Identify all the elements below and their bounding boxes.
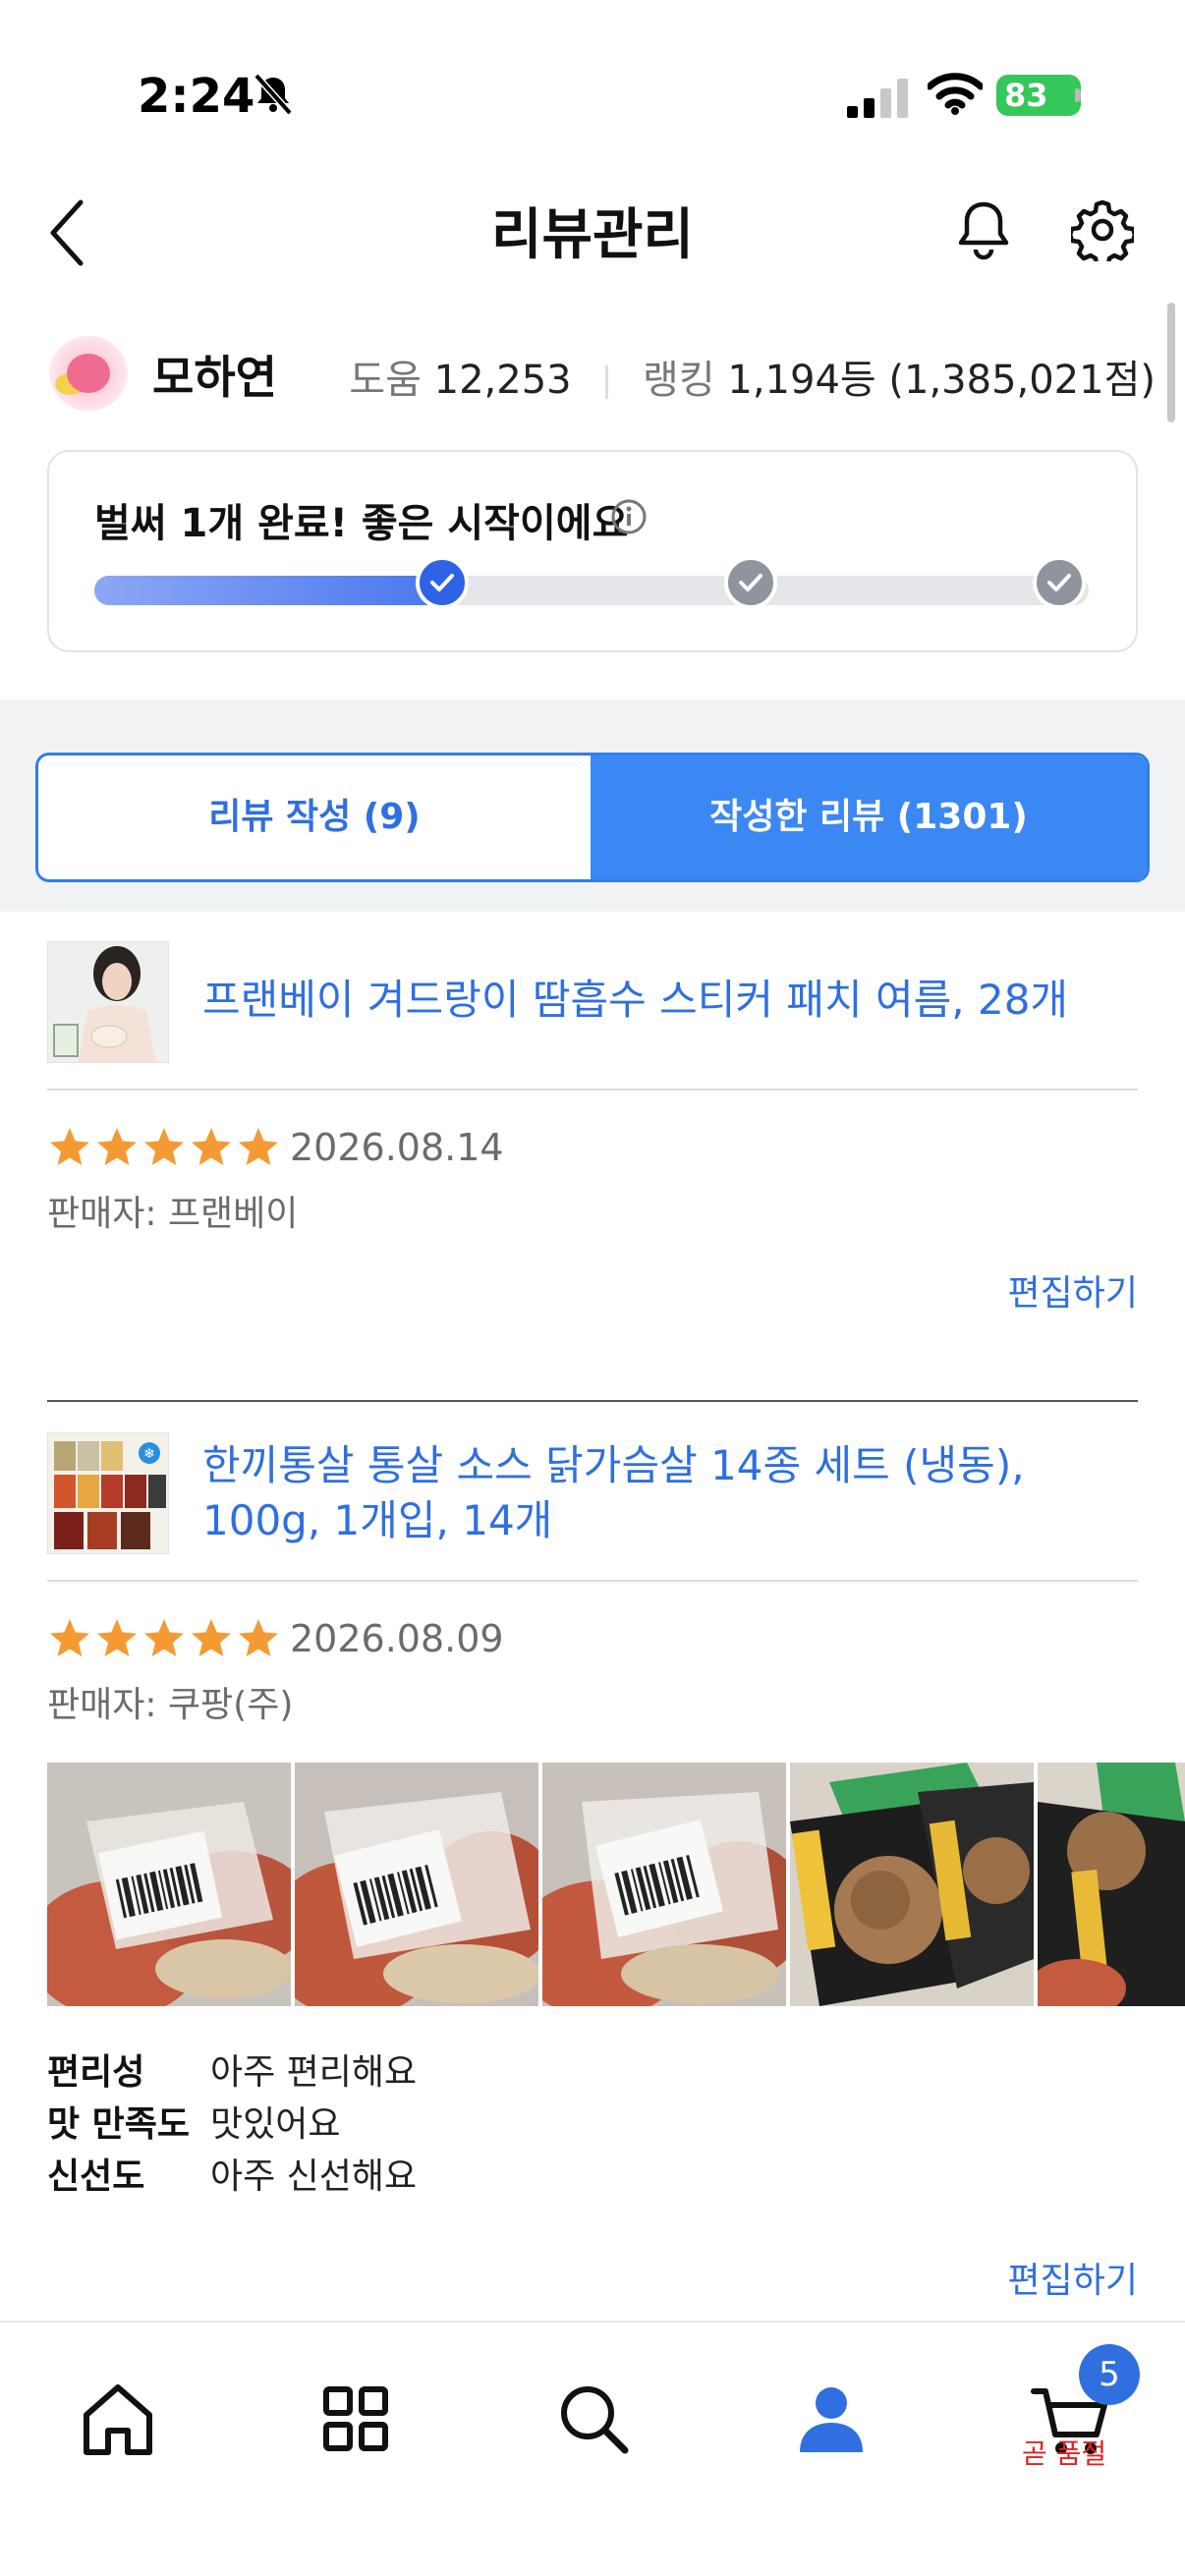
- star-icon: [50, 1128, 89, 1165]
- profile-summary: 모하연 도움 12,253 랭킹 1,194등 (1,385,021점): [0, 324, 1185, 422]
- review-photos: [47, 1763, 1185, 2008]
- cellular-signal-icon: [847, 79, 908, 118]
- rating-stars: [47, 1125, 283, 1170]
- settings-gear-icon[interactable]: [1071, 198, 1134, 261]
- search-icon[interactable]: [544, 2370, 643, 2468]
- attribute-value: 맛있어요: [210, 2104, 341, 2145]
- review-separator: [47, 1400, 1138, 1402]
- rating-stars: [47, 1616, 283, 1661]
- notification-bell-icon[interactable]: [953, 198, 1014, 261]
- progress-step-node: [416, 556, 470, 609]
- product-thumbnail[interactable]: ❄: [47, 1432, 169, 1554]
- review-photo[interactable]: [542, 1763, 786, 2006]
- seller-name: 판매자: 프랜베이: [47, 1194, 299, 1234]
- status-time: 2:24: [138, 69, 255, 124]
- help-label: 도움: [349, 358, 422, 403]
- seller-name: 판매자: 쿠팡(주): [47, 1685, 294, 1725]
- stats-divider: [605, 365, 609, 399]
- review-product-name[interactable]: 프랜베이 겨드랑이 땀흡수 스티커 패치 여름, 28개: [202, 973, 1068, 1028]
- review-photo[interactable]: [790, 1763, 1034, 2006]
- progress-track: [94, 576, 1089, 605]
- cart-count-badge: 5: [1079, 2344, 1140, 2405]
- edit-review-button[interactable]: 편집하기: [1008, 1264, 1138, 1316]
- profile-stats: 도움 12,253 랭킹 1,194등 (1,385,021점): [349, 348, 1156, 405]
- my-page-icon[interactable]: [782, 2370, 880, 2468]
- profile-name: 모하연: [152, 351, 277, 404]
- review-tabs: 리뷰 작성 (9) 작성한 리뷰 (1301): [35, 753, 1150, 882]
- tab-written-reviews[interactable]: 작성한 리뷰 (1301): [591, 756, 1147, 879]
- attribute-key: 편리성: [47, 2052, 145, 2093]
- tab-write-review[interactable]: 리뷰 작성 (9): [38, 756, 591, 879]
- review-product-name-line2: 100g, 1개입, 14개: [202, 1496, 553, 1544]
- status-bar: 2:24 83: [0, 0, 1185, 177]
- divider: [47, 1580, 1138, 1582]
- app-header: 리뷰관리: [0, 177, 1185, 285]
- review-photo-image: [295, 1763, 538, 2006]
- help-count: 12,253: [433, 358, 572, 403]
- star-icon: [192, 1128, 231, 1165]
- attribute-value: 아주 편리해요: [210, 2052, 418, 2093]
- home-icon[interactable]: [69, 2370, 167, 2468]
- review-product-name[interactable]: 한끼통살 통살 소스 닭가슴살 14종 세트 (냉동), 100g, 1개입, …: [202, 1438, 1025, 1548]
- star-icon: [239, 1619, 278, 1656]
- bottom-navigation: [0, 2321, 1185, 2576]
- review-photo[interactable]: [47, 1763, 291, 2006]
- progress-step-node: [723, 556, 777, 609]
- rank-value: 1,194등 (1,385,021점): [727, 358, 1156, 403]
- progress-message: 벌써 1개 완료! 좋은 시작이에요: [94, 501, 629, 546]
- star-icon: [144, 1619, 184, 1656]
- review-date: 2026.08.14: [290, 1126, 504, 1169]
- product-image: [48, 942, 168, 1062]
- wifi-icon: [928, 73, 983, 115]
- divider: [47, 1089, 1138, 1091]
- star-icon: [97, 1619, 137, 1656]
- category-grid-icon[interactable]: [307, 2370, 405, 2468]
- attribute-key: 맛 만족도: [47, 2104, 191, 2145]
- avatar-face: [67, 354, 110, 393]
- review-attributes: 편리성 아주 편리해요 맛 만족도 맛있어요 신선도 아주 신선해요: [47, 2044, 417, 2200]
- star-icon: [192, 1619, 231, 1656]
- review-photo-image: [542, 1763, 786, 2006]
- silent-mode-icon: [254, 73, 293, 116]
- avatar[interactable]: [49, 336, 128, 411]
- review-date: 2026.08.09: [290, 1617, 504, 1660]
- review-product-name-line1: 한끼통살 통살 소스 닭가슴살 14종 세트 (냉동),: [202, 1441, 1025, 1489]
- info-icon[interactable]: [609, 497, 649, 536]
- product-thumbnail[interactable]: [47, 941, 169, 1063]
- progress-card: 벌써 1개 완료! 좋은 시작이에요: [47, 450, 1138, 652]
- review-photo[interactable]: [1038, 1763, 1185, 2006]
- progress-step-node: [1032, 556, 1086, 609]
- attribute-row: 맛 만족도 맛있어요: [47, 2096, 417, 2148]
- review-photo-image: [1038, 1763, 1185, 2006]
- product-image: ❄: [48, 1433, 168, 1553]
- svg-text:❄: ❄: [143, 1446, 155, 1462]
- rank-label: 랭킹: [643, 358, 715, 403]
- battery-level: 83: [1004, 77, 1048, 114]
- star-icon: [144, 1128, 184, 1165]
- star-icon: [50, 1619, 89, 1656]
- star-icon: [97, 1128, 137, 1165]
- attribute-key: 신선도: [47, 2156, 145, 2197]
- attribute-row: 편리성 아주 편리해요: [47, 2044, 417, 2096]
- review-photo[interactable]: [295, 1763, 538, 2006]
- star-icon: [239, 1128, 278, 1165]
- progress-fill: [94, 576, 443, 605]
- review-photo-image: [47, 1763, 291, 2006]
- attribute-row: 신선도 아주 신선해요: [47, 2148, 417, 2200]
- edit-review-button[interactable]: 편집하기: [1008, 2252, 1138, 2303]
- battery-indicator: 83: [996, 75, 1081, 116]
- review-photo-image: [790, 1763, 1034, 2006]
- cart-soldout-note: 곧 품절: [1022, 2437, 1107, 2470]
- attribute-value: 아주 신선해요: [210, 2156, 418, 2197]
- battery-tip: [1075, 88, 1081, 102]
